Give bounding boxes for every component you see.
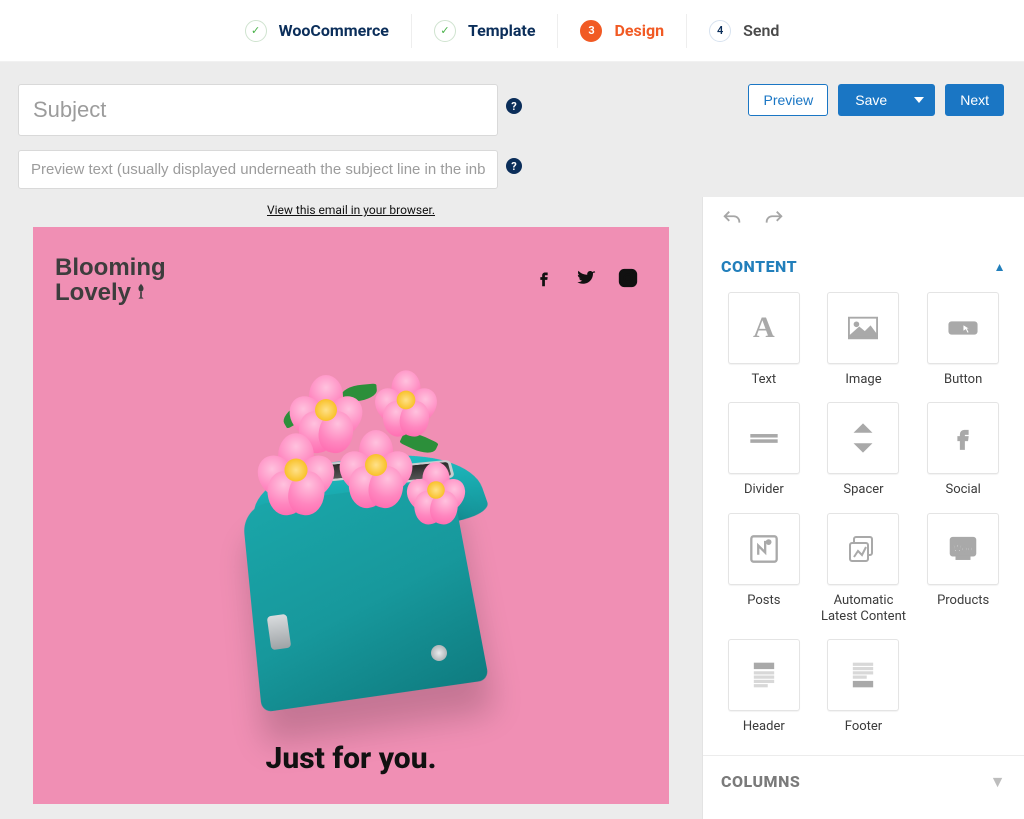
block-products[interactable]: Woo Products [920,513,1006,626]
save-button[interactable]: Save [838,84,903,116]
help-icon[interactable]: ? [506,98,522,114]
columns-section-toggle[interactable]: COLUMNS ▼ [703,755,1024,808]
text-icon: A [753,311,775,345]
twitter-icon[interactable] [575,267,597,293]
block-label: Automatic Latest Content [821,593,907,626]
footer-icon [827,639,899,711]
caret-up-icon: ▲ [994,260,1006,274]
header-icon [728,639,800,711]
caret-down-icon [914,97,924,103]
facebook-icon[interactable] [533,267,555,293]
step-woocommerce[interactable]: ✓ WooCommerce [223,14,412,48]
block-posts[interactable]: Posts [721,513,807,626]
block-label: Spacer [843,482,883,498]
email-meta-fields: ? ? [0,62,1024,197]
header-actions: Preview Save Next [748,84,1004,116]
step-design[interactable]: 3 Design [558,14,687,48]
content-section-title: CONTENT [721,257,797,276]
block-button: Button [920,292,1006,388]
step-template[interactable]: ✓ Template [412,14,559,48]
caret-down-icon: ▼ [990,772,1006,792]
undo-button[interactable] [721,208,743,234]
subject-input[interactable] [18,84,498,136]
step-label: WooCommerce [279,21,389,40]
step-send[interactable]: 4 Send [687,14,801,48]
block-label: Image [845,372,881,388]
wizard-steps: ✓ WooCommerce ✓ Template 3 Design 4 Send [0,0,1024,62]
image-icon [827,292,899,364]
posts-icon [728,513,800,585]
next-button[interactable]: Next [945,84,1004,116]
step-label: Send [743,21,779,40]
step-label: Template [468,21,536,40]
block-automatic-latest-content[interactable]: Automatic Latest Content [821,513,907,626]
block-label: Posts [747,593,780,609]
preview-text-input[interactable] [18,150,498,189]
step-label: Design [614,21,664,40]
block-social[interactable]: Social [920,402,1006,498]
instagram-icon[interactable] [617,267,639,293]
work-area: Preview Save Next ? ? View this email in… [0,62,1024,819]
block-label: Products [937,593,989,609]
divider-icon [728,402,800,474]
email-body[interactable]: Blooming Lovely [33,227,669,804]
hero-illustration [221,375,481,675]
products-icon: Woo [927,513,999,585]
block-divider[interactable]: Divider [721,402,807,498]
block-footer[interactable]: Footer [821,639,907,735]
alc-icon [827,513,899,585]
svg-text:Woo: Woo [953,543,973,553]
step-number-icon: 4 [709,20,731,42]
tulip-icon [131,282,151,307]
brand-line1: Blooming [55,254,166,281]
save-split-button: Save [838,84,935,116]
content-section-toggle[interactable]: CONTENT ▲ [703,245,1024,282]
hero-headline[interactable]: Just for you. [33,741,669,780]
step-number-icon: 3 [580,20,602,42]
social-icon [927,402,999,474]
content-blocks-grid: A Text Image Button Divider Sp [703,282,1024,755]
email-canvas[interactable]: View this email in your browser. Bloomin… [0,197,702,819]
block-label: Header [743,719,785,735]
brand-logo: Blooming Lovely [55,255,166,305]
block-label: Social [945,482,980,498]
save-dropdown-button[interactable] [903,84,935,116]
help-icon[interactable]: ? [506,158,522,174]
block-label: Footer [845,719,882,735]
block-header[interactable]: Header [721,639,807,735]
preview-button[interactable]: Preview [748,84,828,116]
redo-button[interactable] [763,208,785,234]
view-in-browser-link[interactable]: View this email in your browser. [18,197,684,227]
block-label: Text [751,372,776,388]
block-label: Divider [744,482,784,498]
block-spacer[interactable]: Spacer [821,402,907,498]
blocks-panel: CONTENT ▲ A Text Image Button [702,197,1024,819]
check-icon: ✓ [434,20,456,42]
social-links [533,267,639,293]
block-label: Button [944,372,982,388]
block-image[interactable]: Image [821,292,907,388]
columns-section-title: COLUMNS [721,772,800,792]
check-icon: ✓ [245,20,267,42]
brand-line2: Lovely [55,279,131,306]
block-text[interactable]: A Text [721,292,807,388]
spacer-icon [827,402,899,474]
button-icon [927,292,999,364]
hero-image[interactable] [33,315,669,735]
